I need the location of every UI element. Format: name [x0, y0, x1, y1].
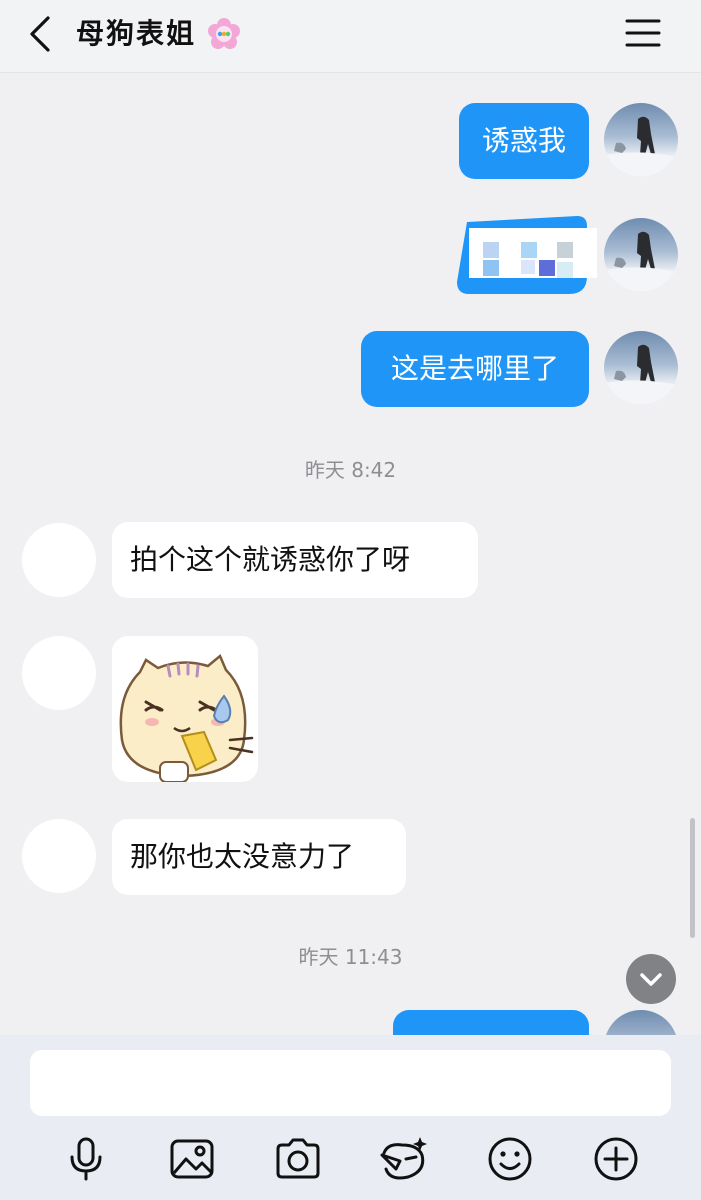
- pixelated-image: [457, 216, 597, 294]
- chat-header: 母狗表姐: [0, 0, 701, 73]
- menu-button[interactable]: [624, 16, 662, 50]
- scrollbar-thumb[interactable]: [690, 818, 695, 938]
- outgoing-image-message[interactable]: [457, 216, 599, 294]
- scroll-to-bottom-button[interactable]: [626, 954, 676, 1004]
- outgoing-message-bubble[interactable]: 这是去哪里了: [361, 331, 589, 407]
- contact-avatar[interactable]: [22, 636, 96, 710]
- camera-icon: [276, 1138, 320, 1179]
- message-text: 这是去哪里了: [390, 352, 559, 385]
- face-effect-icon: [380, 1137, 427, 1180]
- emoji-icon: [488, 1137, 532, 1181]
- cat-sticker-image: [119, 653, 254, 782]
- message-text: 那你也太没意力了: [130, 840, 355, 873]
- chevron-down-icon: [640, 973, 662, 986]
- photo-button[interactable]: [166, 1133, 218, 1185]
- hamburger-menu-icon: [625, 19, 661, 47]
- back-button[interactable]: [22, 14, 62, 54]
- incoming-message-bubble[interactable]: 拍个这个就诱惑你了呀: [112, 522, 478, 598]
- outgoing-message-bubble[interactable]: [393, 1010, 589, 1035]
- timestamp: 昨天 8:42: [304, 458, 397, 482]
- image-icon: [170, 1139, 214, 1179]
- face-effect-button[interactable]: [378, 1133, 430, 1185]
- message-list[interactable]: 诱惑我 这是去哪里了 昨天 8:42 拍个这个就诱惑你了呀 那你也太没意力了 昨…: [0, 73, 701, 1035]
- voice-button[interactable]: [60, 1133, 112, 1185]
- incoming-message-bubble[interactable]: 那你也太没意力了: [112, 819, 406, 895]
- add-icon: [594, 1137, 638, 1181]
- contact-avatar[interactable]: [22, 819, 96, 893]
- message-input[interactable]: [30, 1050, 671, 1116]
- my-avatar[interactable]: [604, 103, 678, 177]
- message-text: 诱惑我: [481, 124, 566, 157]
- input-panel: [0, 1035, 701, 1200]
- emoji-button[interactable]: [484, 1133, 536, 1185]
- camera-button[interactable]: [272, 1133, 324, 1185]
- contact-avatar[interactable]: [22, 523, 96, 597]
- my-avatar[interactable]: [604, 331, 678, 405]
- more-button[interactable]: [590, 1133, 642, 1185]
- flower-badge-icon: [207, 17, 241, 51]
- outgoing-message-bubble[interactable]: 诱惑我: [459, 103, 589, 179]
- microphone-icon: [70, 1137, 102, 1181]
- chat-title[interactable]: 母狗表姐: [76, 14, 196, 54]
- my-avatar[interactable]: [604, 218, 678, 292]
- incoming-sticker-message[interactable]: [112, 636, 258, 782]
- message-text: 拍个这个就诱惑你了呀: [130, 543, 411, 576]
- my-avatar[interactable]: [604, 1010, 678, 1035]
- timestamp: 昨天 11:43: [298, 945, 403, 969]
- back-arrow-icon: [30, 16, 50, 52]
